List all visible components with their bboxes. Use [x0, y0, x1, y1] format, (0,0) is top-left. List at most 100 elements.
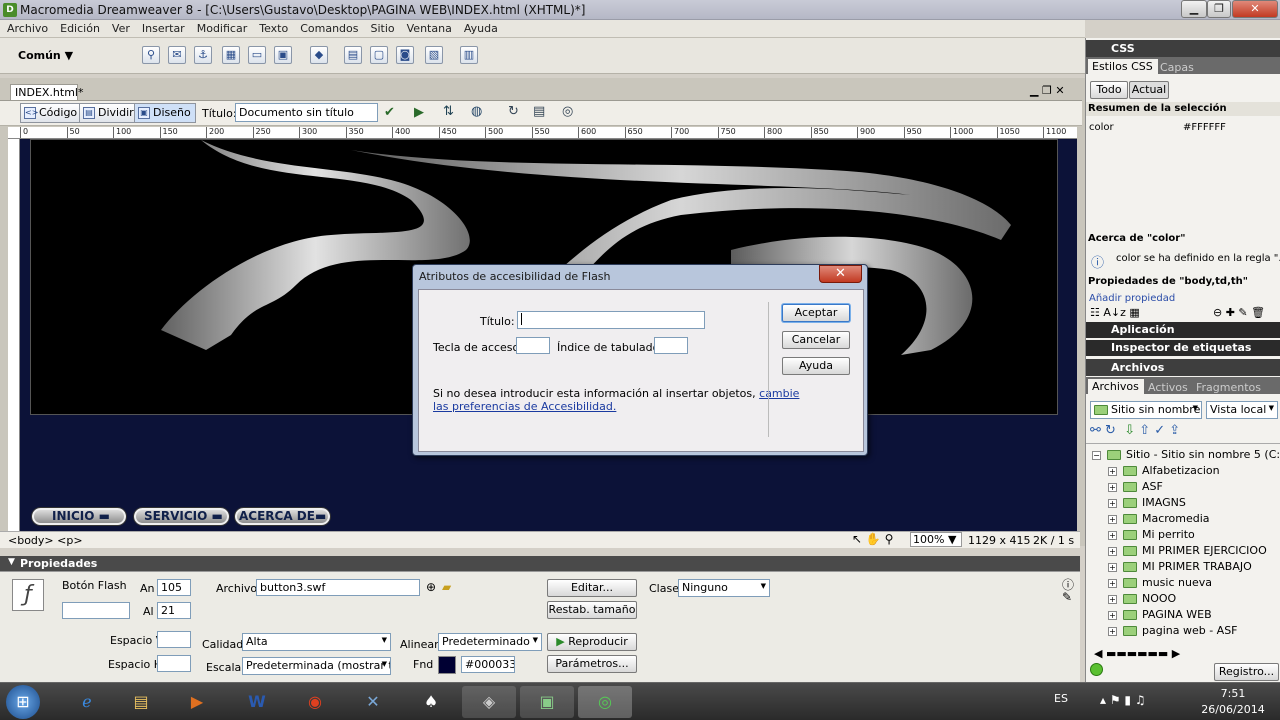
- pointer-tool-icon[interactable]: ↖ ✋ ⚲: [852, 532, 893, 546]
- check-browser-icon[interactable]: ✔: [384, 105, 395, 120]
- class-select[interactable]: Ninguno: [678, 579, 770, 597]
- servicio-nav-button[interactable]: SERVICIO ▬: [134, 508, 229, 525]
- layers-tab[interactable]: Capas: [1160, 61, 1194, 74]
- menu-ver[interactable]: Ver: [105, 20, 135, 35]
- file-transfer-icon[interactable]: ⇅: [443, 104, 454, 119]
- clock-time[interactable]: 7:51: [1204, 687, 1262, 700]
- aplicacion-panel-header[interactable]: Aplicación: [1086, 322, 1280, 338]
- vspace-input[interactable]: [157, 631, 191, 648]
- document-tab[interactable]: INDEX.html*: [10, 84, 83, 100]
- files-hscroll[interactable]: ◀ ▬▬▬▬▬▬ ▶: [1094, 647, 1180, 660]
- quick-tag-icon[interactable]: ✎: [1062, 590, 1072, 604]
- assets-tab[interactable]: Activos: [1148, 381, 1188, 394]
- comment-icon[interactable]: ▢: [370, 46, 388, 64]
- menu-texto[interactable]: Texto: [252, 20, 293, 35]
- css-view-icons[interactable]: ☷ A↓z ▦: [1090, 306, 1140, 319]
- design-view-button[interactable]: ▣ Diseño: [134, 103, 196, 123]
- height-input[interactable]: 21: [157, 602, 191, 619]
- css-prop-name[interactable]: color: [1089, 122, 1114, 133]
- table-icon[interactable]: ▦: [222, 46, 240, 64]
- refresh-icon[interactable]: ↻: [508, 104, 519, 119]
- start-button[interactable]: ⊞: [6, 685, 40, 719]
- folder-item[interactable]: + MI PRIMER EJERCICIOO: [1108, 544, 1267, 557]
- folder-item[interactable]: + music nueva: [1108, 576, 1212, 589]
- point-to-file-icon[interactable]: ⊕: [426, 580, 436, 594]
- menu-modificar[interactable]: Modificar: [190, 20, 253, 35]
- site-select[interactable]: Sitio sin nombre: [1090, 401, 1202, 419]
- dreamweaver-taskbar-icon[interactable]: ◎: [578, 686, 632, 718]
- preferences-link[interactable]: las preferencias de Accesibilidad.: [433, 400, 616, 413]
- snippets-tab[interactable]: Fragmentos: [1196, 381, 1261, 394]
- css-styles-tab[interactable]: Estilos CSS: [1088, 59, 1158, 74]
- edit-button[interactable]: Editar...: [547, 579, 637, 597]
- css-action-icons[interactable]: ⊖ ✚ ✎ 🗑: [1213, 306, 1265, 319]
- browse-folder-icon[interactable]: ▰: [442, 580, 451, 594]
- folder-item[interactable]: + NOOO: [1108, 592, 1176, 605]
- menu-comandos[interactable]: Comandos: [293, 20, 363, 35]
- ie-icon[interactable]: ℯ: [60, 686, 114, 718]
- word-icon[interactable]: W: [230, 686, 284, 718]
- zoom-select[interactable]: 100% ▼: [910, 532, 962, 547]
- play-button[interactable]: ▶ Reproducir: [547, 633, 637, 651]
- files-toolbar-icons[interactable]: ⚯ ↻ ⇩ ⇧ ✓ ⇪: [1090, 423, 1180, 438]
- folder-item[interactable]: + IMAGNS: [1108, 496, 1186, 509]
- preferences-link-start[interactable]: cambie: [759, 387, 799, 400]
- tag-selector[interactable]: <body> <p>: [8, 534, 83, 547]
- scale-select[interactable]: Predeterminada (mostrar toc: [242, 657, 391, 675]
- folder-item[interactable]: + PAGINA WEB: [1108, 608, 1212, 621]
- chrome-icon[interactable]: ◉: [288, 686, 342, 718]
- help-button[interactable]: Ayuda: [782, 357, 850, 375]
- files-tab[interactable]: Archivos: [1088, 379, 1144, 394]
- view-options-icon[interactable]: ▤: [533, 104, 545, 119]
- files-panel-header[interactable]: Archivos: [1086, 359, 1280, 376]
- folder-item[interactable]: + pagina web - ASF: [1092, 624, 1238, 637]
- width-input[interactable]: 105: [157, 579, 191, 596]
- access-key-input[interactable]: [516, 337, 550, 354]
- date-icon[interactable]: ▤: [344, 46, 362, 64]
- head-icon[interactable]: ◙: [396, 46, 414, 64]
- close-button[interactable]: ✕: [1232, 0, 1278, 18]
- solitaire-icon[interactable]: ♠: [404, 686, 458, 718]
- tag-inspector-panel-header[interactable]: Inspector de etiquetas: [1086, 340, 1280, 356]
- all-mode-button[interactable]: Todo: [1090, 81, 1128, 99]
- templates-icon[interactable]: ▧: [425, 46, 443, 64]
- doc-title-input[interactable]: [235, 103, 378, 122]
- title-input[interactable]: [517, 311, 705, 329]
- properties-header[interactable]: Propiedades: [0, 556, 1080, 571]
- folder-item[interactable]: + Mi perrito: [1108, 528, 1195, 541]
- named-anchor-icon[interactable]: ⚓: [194, 46, 212, 64]
- inicio-nav-button[interactable]: INICIO ▬: [32, 508, 126, 525]
- tag-chooser-icon[interactable]: ▥: [460, 46, 478, 64]
- folder-item[interactable]: + MI PRIMER TRABAJO: [1108, 560, 1252, 573]
- language-indicator[interactable]: ES: [1054, 692, 1068, 705]
- acerca-de-nav-button[interactable]: ACERCA DE▬: [235, 508, 330, 525]
- preview-icon[interactable]: ▶: [414, 105, 424, 120]
- image-icon[interactable]: ▣: [274, 46, 292, 64]
- menu-insertar[interactable]: Insertar: [135, 20, 190, 35]
- menu-archivo[interactable]: Archivo: [0, 20, 53, 35]
- menu-sitio[interactable]: Sitio: [364, 20, 400, 35]
- hspace-input[interactable]: [157, 655, 191, 672]
- layer-icon[interactable]: ▭: [248, 46, 266, 64]
- align-select[interactable]: Predeterminado: [438, 633, 542, 651]
- log-button[interactable]: Registro...: [1214, 663, 1279, 681]
- code-view-button[interactable]: <> Código: [20, 103, 83, 123]
- folder-item[interactable]: + ASF: [1108, 480, 1163, 493]
- element-name-input[interactable]: [62, 602, 130, 619]
- css-prop-value[interactable]: #FFFFFF: [1183, 122, 1226, 133]
- dialog-close-button[interactable]: ✕: [819, 265, 862, 283]
- media-player-icon[interactable]: ▶: [170, 686, 224, 718]
- xp-icon[interactable]: ✕: [346, 686, 400, 718]
- hyperlink-icon[interactable]: ⚲: [142, 46, 160, 64]
- accept-button[interactable]: Aceptar: [782, 304, 850, 322]
- tray-icons[interactable]: ▴ ⚑ ▮ ♫: [1100, 693, 1146, 707]
- window-size[interactable]: 1129 x 415: [968, 534, 1031, 547]
- app-icon[interactable]: ◈: [462, 686, 516, 718]
- document-window-controls-icon[interactable]: ▁ ❐ ✕: [1030, 84, 1065, 97]
- view-select[interactable]: Vista local: [1206, 401, 1278, 419]
- site-root-item[interactable]: −Sitio - Sitio sin nombre 5 (C:\U...: [1092, 448, 1280, 461]
- insert-category-dropdown[interactable]: Común ▼: [18, 49, 73, 62]
- media-icon[interactable]: ◆: [310, 46, 328, 64]
- menu-edicion[interactable]: Edición: [53, 20, 105, 35]
- minimize-button[interactable]: ▁: [1181, 0, 1207, 18]
